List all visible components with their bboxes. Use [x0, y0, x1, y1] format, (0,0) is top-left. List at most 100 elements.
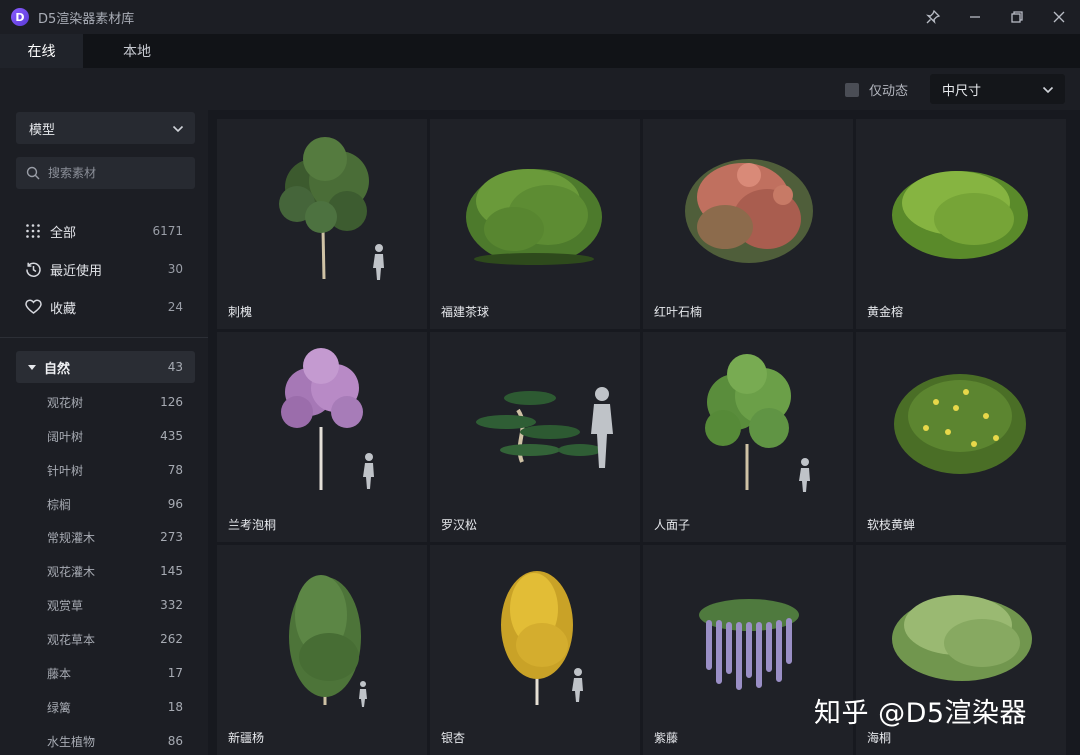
app-logo-icon: D [11, 8, 29, 26]
pin-button[interactable] [912, 0, 954, 34]
title-bar: D D5渲染器素材库 [0, 0, 1080, 34]
asset-card[interactable]: 红叶石楠 [643, 119, 853, 329]
asset-name: 刺槐 [228, 305, 253, 319]
subcategory-count: 262 [160, 632, 183, 646]
sidebar-item-recent[interactable]: 最近使用 30 [0, 250, 208, 288]
asset-name: 人面子 [654, 518, 691, 532]
asset-card[interactable]: 人面子 [643, 332, 853, 542]
shrub-thumbnail [466, 169, 602, 265]
subcategory-count: 332 [160, 598, 183, 612]
restore-button[interactable] [996, 0, 1038, 34]
subcategory-label: 藤本 [47, 666, 72, 681]
tree-thumbnail [279, 137, 384, 280]
tree-thumbnail [281, 348, 374, 490]
asset-name: 福建茶球 [441, 305, 490, 319]
subcategory-item[interactable]: 观花草本 262 [0, 622, 208, 656]
size-select-value: 中尺寸 [942, 83, 982, 99]
asset-card[interactable]: 福建茶球 [430, 119, 640, 329]
subcategory-count: 273 [160, 530, 183, 544]
asset-grid: 刺槐 福建茶球 红叶石楠 黄金榕 兰考泡桐 罗汉松 人面子 软枝黄蝉 新疆杨 银… [217, 119, 1066, 755]
tab-local[interactable]: 本地 [83, 34, 191, 68]
sidebar-item-count: 24 [167, 300, 183, 314]
subcategory-item[interactable]: 棕榈 96 [0, 487, 208, 521]
grid-dots-icon [24, 222, 42, 240]
minimize-icon [970, 16, 980, 18]
subcategory-item[interactable]: 藤本 17 [0, 656, 208, 690]
pin-icon [926, 9, 941, 24]
shrub-thumbnail [894, 374, 1026, 474]
asset-name: 新疆杨 [228, 731, 265, 745]
sidebar-item-all[interactable]: 全部 6171 [0, 212, 208, 250]
subcategory-item[interactable]: 观花树 126 [0, 385, 208, 419]
asset-name: 紫藤 [654, 731, 679, 745]
subcategory-count: 18 [167, 700, 183, 714]
asset-card[interactable]: 黄金榕 [856, 119, 1066, 329]
category-nature[interactable]: 自然 43 [16, 351, 195, 383]
subcategory-count: 17 [167, 666, 183, 680]
thumbnail-size-select[interactable]: 中尺寸 [930, 74, 1065, 104]
subcategory-label: 针叶树 [47, 463, 84, 478]
source-tabs: 在线 本地 [0, 34, 1080, 68]
only-dynamic-toggle[interactable]: 仅动态 [845, 80, 908, 99]
shrub-thumbnail [685, 159, 813, 263]
subcategory-label: 阔叶树 [47, 429, 84, 444]
asset-name: 红叶石楠 [654, 305, 703, 319]
sidebar-item-count: 30 [167, 262, 183, 276]
subcategory-item[interactable]: 阔叶树 435 [0, 419, 208, 453]
only-dynamic-checkbox[interactable] [845, 82, 859, 97]
chevron-down-icon [1042, 84, 1054, 99]
asset-name: 兰考泡桐 [228, 518, 277, 532]
close-button[interactable] [1038, 0, 1080, 34]
asset-card[interactable]: 罗汉松 [430, 332, 640, 542]
only-dynamic-label: 仅动态 [869, 84, 909, 99]
subcategory-label: 观花草本 [47, 632, 96, 647]
subcategory-label: 观花灌木 [47, 564, 96, 579]
sidebar-item-count: 6171 [152, 224, 183, 238]
subcategory-label: 绿篱 [47, 700, 72, 715]
tree-thumbnail [705, 354, 810, 492]
subcategory-label: 水生植物 [47, 734, 96, 749]
asset-card[interactable]: 新疆杨 [217, 545, 427, 755]
subcategory-count: 78 [167, 463, 183, 477]
asset-type-value: 模型 [29, 122, 56, 138]
subcategory-item[interactable]: 常规灌木 273 [0, 520, 208, 554]
subcategory-item[interactable]: 针叶树 78 [0, 453, 208, 487]
subcategory-label: 观赏草 [47, 598, 84, 613]
asset-card[interactable]: 软枝黄蝉 [856, 332, 1066, 542]
subcategory-item[interactable]: 绿篱 18 [0, 690, 208, 724]
category-label: 自然 [44, 361, 71, 377]
sidebar-divider [0, 337, 208, 338]
search-input[interactable] [48, 166, 188, 180]
asset-name: 罗汉松 [441, 518, 478, 532]
subcategory-item[interactable]: 观赏草 332 [0, 588, 208, 622]
app-title: D5渲染器素材库 [38, 11, 135, 27]
subcategory-label: 棕榈 [47, 497, 72, 512]
subcategory-count: 435 [160, 429, 183, 443]
minimize-button[interactable] [954, 0, 996, 34]
watermark: 知乎 @D5渲染器 [814, 698, 1028, 729]
subcategory-item[interactable]: 观花灌木 145 [0, 554, 208, 588]
chevron-down-icon [172, 123, 184, 138]
heart-icon [24, 298, 42, 316]
subcategory-count: 145 [160, 564, 183, 578]
subcategory-count: 96 [167, 497, 183, 511]
search-box[interactable] [16, 157, 195, 189]
search-icon [26, 166, 40, 180]
sidebar-item-favorites[interactable]: 收藏 24 [0, 288, 208, 326]
caret-down-icon [28, 364, 36, 370]
tree-thumbnail [289, 575, 367, 707]
subcategory-count: 86 [167, 734, 183, 748]
history-icon [24, 260, 42, 278]
close-icon [1053, 11, 1065, 23]
asset-card[interactable]: 兰考泡桐 [217, 332, 427, 542]
shrub-thumbnail [892, 171, 1028, 259]
asset-card[interactable]: 刺槐 [217, 119, 427, 329]
bonsai-thumbnail [476, 387, 613, 468]
tab-online[interactable]: 在线 [0, 34, 83, 68]
asset-card[interactable]: 银杏 [430, 545, 640, 755]
asset-type-select[interactable]: 模型 [16, 112, 195, 144]
subcategory-item[interactable]: 水生植物 86 [0, 724, 208, 755]
category-count: 43 [167, 360, 183, 374]
asset-name: 黄金榕 [867, 305, 904, 319]
asset-name: 海桐 [867, 731, 892, 745]
